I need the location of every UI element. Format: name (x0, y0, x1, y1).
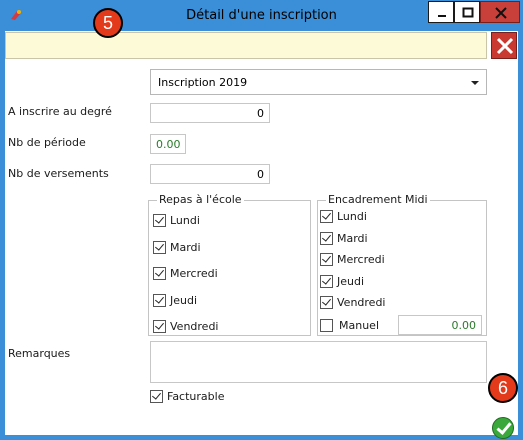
encadrement-manuel-label: Manuel (339, 319, 379, 332)
versements-label: Nb de versements (8, 167, 109, 180)
repas-vendredi-label: Vendredi (170, 320, 219, 333)
encadrement-lundi-checkbox[interactable] (320, 210, 333, 223)
repas-vendredi-checkbox[interactable] (153, 320, 166, 333)
encadrement-group-title: Encadrement Midi (326, 193, 430, 206)
degree-value: 0 (257, 107, 264, 120)
encadrement-vendredi-label: Vendredi (337, 296, 386, 309)
repas-mardi-checkbox[interactable] (153, 241, 166, 254)
repas-lundi-label: Lundi (170, 214, 200, 227)
versements-input[interactable]: 0 (150, 164, 270, 184)
repas-mercredi-label: Mercredi (170, 267, 218, 280)
title-bar: Détail d'une inscription (0, 0, 523, 31)
repas-jeudi-label: Jeudi (170, 294, 198, 307)
minimize-icon (438, 15, 446, 17)
repas-group: Repas à l'école Lundi Mardi Mercredi Jeu… (148, 193, 311, 336)
manuel-value: 0.00 (451, 319, 477, 332)
close-icon (495, 7, 507, 19)
chevron-down-icon (471, 81, 479, 85)
maximize-icon (462, 7, 474, 18)
ok-button[interactable] (492, 417, 514, 439)
periode-value: 0.00 (156, 138, 181, 151)
repas-group-title: Repas à l'école (157, 193, 244, 206)
encadrement-group: Encadrement Midi Lundi Mardi Mercredi Je… (317, 193, 487, 336)
encadrement-manuel-checkbox[interactable] (320, 319, 333, 332)
window-close-button[interactable] (480, 1, 520, 23)
close-icon (496, 37, 514, 55)
degree-label: A inscrire au degré (8, 105, 112, 118)
step-badge-5: 5 (93, 8, 123, 38)
repas-mercredi-checkbox[interactable] (153, 267, 166, 280)
encadrement-jeudi-label: Jeudi (337, 275, 365, 288)
encadrement-lundi-label: Lundi (337, 210, 367, 223)
message-bar (5, 32, 487, 59)
encadrement-jeudi-checkbox[interactable] (320, 275, 333, 288)
step-badge-6: 6 (488, 373, 518, 403)
repas-mardi-label: Mardi (170, 241, 201, 254)
facturable-checkbox[interactable] (150, 390, 163, 403)
encadrement-mardi-checkbox[interactable] (320, 232, 333, 245)
versements-value: 0 (257, 168, 264, 181)
remarques-label: Remarques (8, 347, 71, 360)
encadrement-mercredi-checkbox[interactable] (320, 253, 333, 266)
maximize-button[interactable] (454, 1, 480, 23)
facturable-label: Facturable (167, 390, 225, 403)
dialog-window: Détail d'une inscription Inscription 201… (0, 0, 523, 440)
degree-input[interactable]: 0 (150, 103, 270, 123)
periode-label: Nb de période (8, 136, 86, 149)
periode-input[interactable]: 0.00 (150, 134, 186, 154)
remarques-textarea[interactable] (150, 341, 487, 383)
dialog-body: Inscription 2019 A inscrire au degré 0 N… (5, 31, 518, 439)
minimize-button[interactable] (428, 1, 454, 23)
inscription-select-value: Inscription 2019 (158, 76, 248, 89)
close-form-button[interactable] (491, 32, 517, 59)
encadrement-vendredi-checkbox[interactable] (320, 296, 333, 309)
repas-jeudi-checkbox[interactable] (153, 294, 166, 307)
encadrement-mardi-label: Mardi (337, 232, 368, 245)
inscription-select[interactable]: Inscription 2019 (150, 69, 487, 95)
encadrement-mercredi-label: Mercredi (337, 253, 385, 266)
manuel-input[interactable]: 0.00 (398, 315, 482, 335)
repas-lundi-checkbox[interactable] (153, 214, 166, 227)
